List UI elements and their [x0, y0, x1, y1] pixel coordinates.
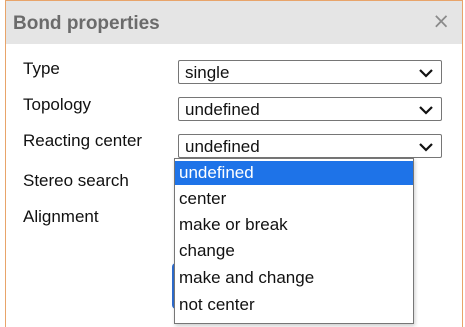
topology-label: Topology	[23, 95, 92, 114]
chevron-down-icon	[419, 69, 433, 78]
type-label: Type	[23, 59, 60, 78]
dropdown-option-change[interactable]: change	[175, 239, 413, 263]
dropdown-option-center[interactable]: center	[175, 187, 413, 211]
reacting-center-label: Reacting center	[23, 131, 143, 150]
dialog-title: Bond properties	[13, 13, 160, 34]
dropdown-option-make-or-break[interactable]: make or break	[175, 213, 413, 237]
dropdown-option-not-center[interactable]: not center	[175, 293, 413, 317]
topology-select[interactable]: undefined	[178, 97, 442, 121]
type-select-value: single	[185, 63, 230, 82]
dialog-titlebar[interactable]: Bond properties ×	[6, 1, 462, 44]
type-select[interactable]: single	[178, 60, 442, 84]
alignment-label: Alignment	[23, 207, 99, 226]
topology-select-value: undefined	[185, 100, 260, 119]
reacting-center-select[interactable]: undefined	[178, 134, 442, 158]
chevron-down-icon	[419, 106, 433, 115]
stereo-search-label: Stereo search	[23, 171, 129, 190]
close-icon[interactable]: ×	[432, 11, 450, 32]
reacting-center-select-value: undefined	[185, 137, 260, 156]
reacting-center-dropdown-list[interactable]: undefined center make or break change ma…	[174, 158, 414, 324]
dropdown-option-undefined[interactable]: undefined	[175, 161, 413, 185]
dropdown-option-make-and-change[interactable]: make and change	[175, 266, 413, 290]
chevron-down-icon	[419, 143, 433, 152]
